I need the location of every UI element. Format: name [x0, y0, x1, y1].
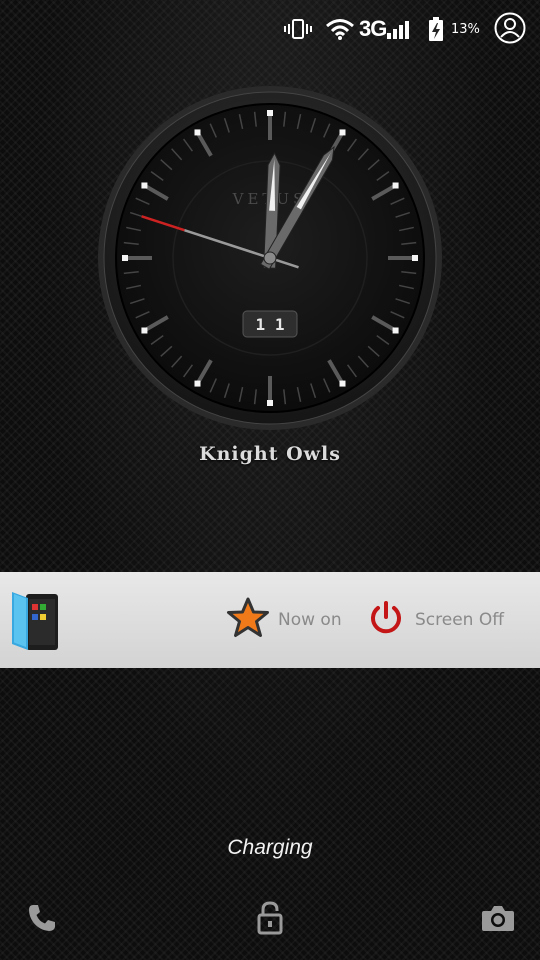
- status-bar: 3G 13%: [0, 0, 540, 60]
- star-icon: [226, 597, 270, 643]
- hour-dot: [412, 255, 418, 261]
- camera-icon[interactable]: [480, 900, 516, 936]
- phone-icon[interactable]: [24, 900, 60, 936]
- profile-icon[interactable]: [494, 12, 526, 44]
- clock-hub: [263, 251, 277, 265]
- lockscreen-widget-panel: Now on Screen Off: [0, 572, 540, 668]
- signal-icon: 3G: [359, 14, 413, 44]
- hour-dot: [122, 255, 128, 261]
- hour-dot: [392, 327, 399, 334]
- hour-dot: [194, 380, 201, 387]
- hour-dot: [339, 129, 346, 136]
- battery-charging-icon: 13%: [428, 14, 480, 44]
- hour-dot: [267, 110, 273, 116]
- clock-date: 1 1: [256, 315, 285, 334]
- charging-status: Charging: [227, 836, 313, 859]
- hour-dot: [339, 380, 346, 387]
- screen-off-button[interactable]: Screen Off: [368, 598, 504, 642]
- screen-off-label: Screen Off: [415, 610, 504, 630]
- wifi-icon: [325, 14, 355, 44]
- tablet-app-icon[interactable]: [12, 590, 60, 652]
- hour-dot: [194, 129, 201, 136]
- hour-dot: [267, 400, 273, 406]
- hour-dot: [141, 182, 148, 189]
- network-type-label: 3G: [359, 16, 387, 41]
- battery-percent: 13%: [451, 21, 480, 37]
- now-on-label: Now on: [278, 610, 342, 630]
- now-on-button[interactable]: Now on: [226, 597, 342, 643]
- owner-info: Knight Owls: [199, 443, 341, 465]
- power-icon: [368, 600, 404, 640]
- hour-dot: [141, 327, 148, 334]
- analog-clock: VETUS 1 1: [97, 85, 443, 431]
- vibrate-icon: [284, 14, 312, 44]
- hour-dot: [392, 182, 399, 189]
- unlock-icon[interactable]: [252, 900, 288, 936]
